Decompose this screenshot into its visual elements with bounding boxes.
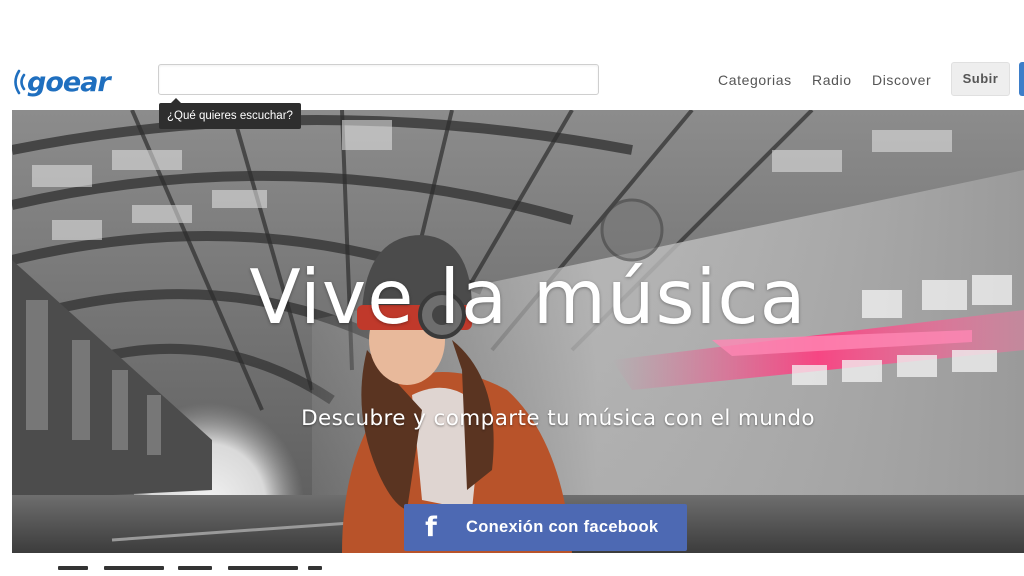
cropped-text-fragment	[58, 566, 88, 570]
cropped-text-fragment	[178, 566, 212, 570]
search-tooltip: ¿Qué quieres escuchar?	[159, 98, 301, 129]
upload-button[interactable]: Subir	[951, 62, 1010, 96]
sound-waves-icon	[14, 69, 26, 95]
cropped-text-fragment	[228, 566, 298, 570]
login-button-partial[interactable]	[1019, 62, 1024, 96]
goear-logo[interactable]: goear	[10, 64, 111, 100]
cropped-text-fragment	[308, 566, 322, 570]
hero-banner: Vive la música Descubre y comparte tu mú…	[12, 110, 1024, 553]
cropped-section-heading	[0, 566, 1024, 576]
search-tooltip-text: ¿Qué quieres escuchar?	[167, 110, 293, 122]
facebook-icon: f	[425, 512, 437, 543]
hero-title: Vive la música	[249, 253, 807, 341]
logo-text: goear	[27, 66, 111, 98]
facebook-connect-button[interactable]: f Conexión con facebook	[404, 504, 687, 551]
nav-link-radio[interactable]: Radio	[812, 72, 852, 92]
search-input[interactable]	[158, 64, 599, 95]
tooltip-arrow	[171, 98, 181, 103]
nav-link-categorias[interactable]: Categorias	[718, 72, 792, 92]
cropped-text-fragment	[104, 566, 164, 570]
hero-subtitle: Descubre y comparte tu música con el mun…	[301, 406, 815, 431]
top-navigation-bar: goear Categorias Radio Discover Subir	[0, 0, 1024, 108]
facebook-connect-label: Conexión con facebook	[466, 518, 659, 536]
nav-link-discover[interactable]: Discover	[872, 72, 931, 92]
